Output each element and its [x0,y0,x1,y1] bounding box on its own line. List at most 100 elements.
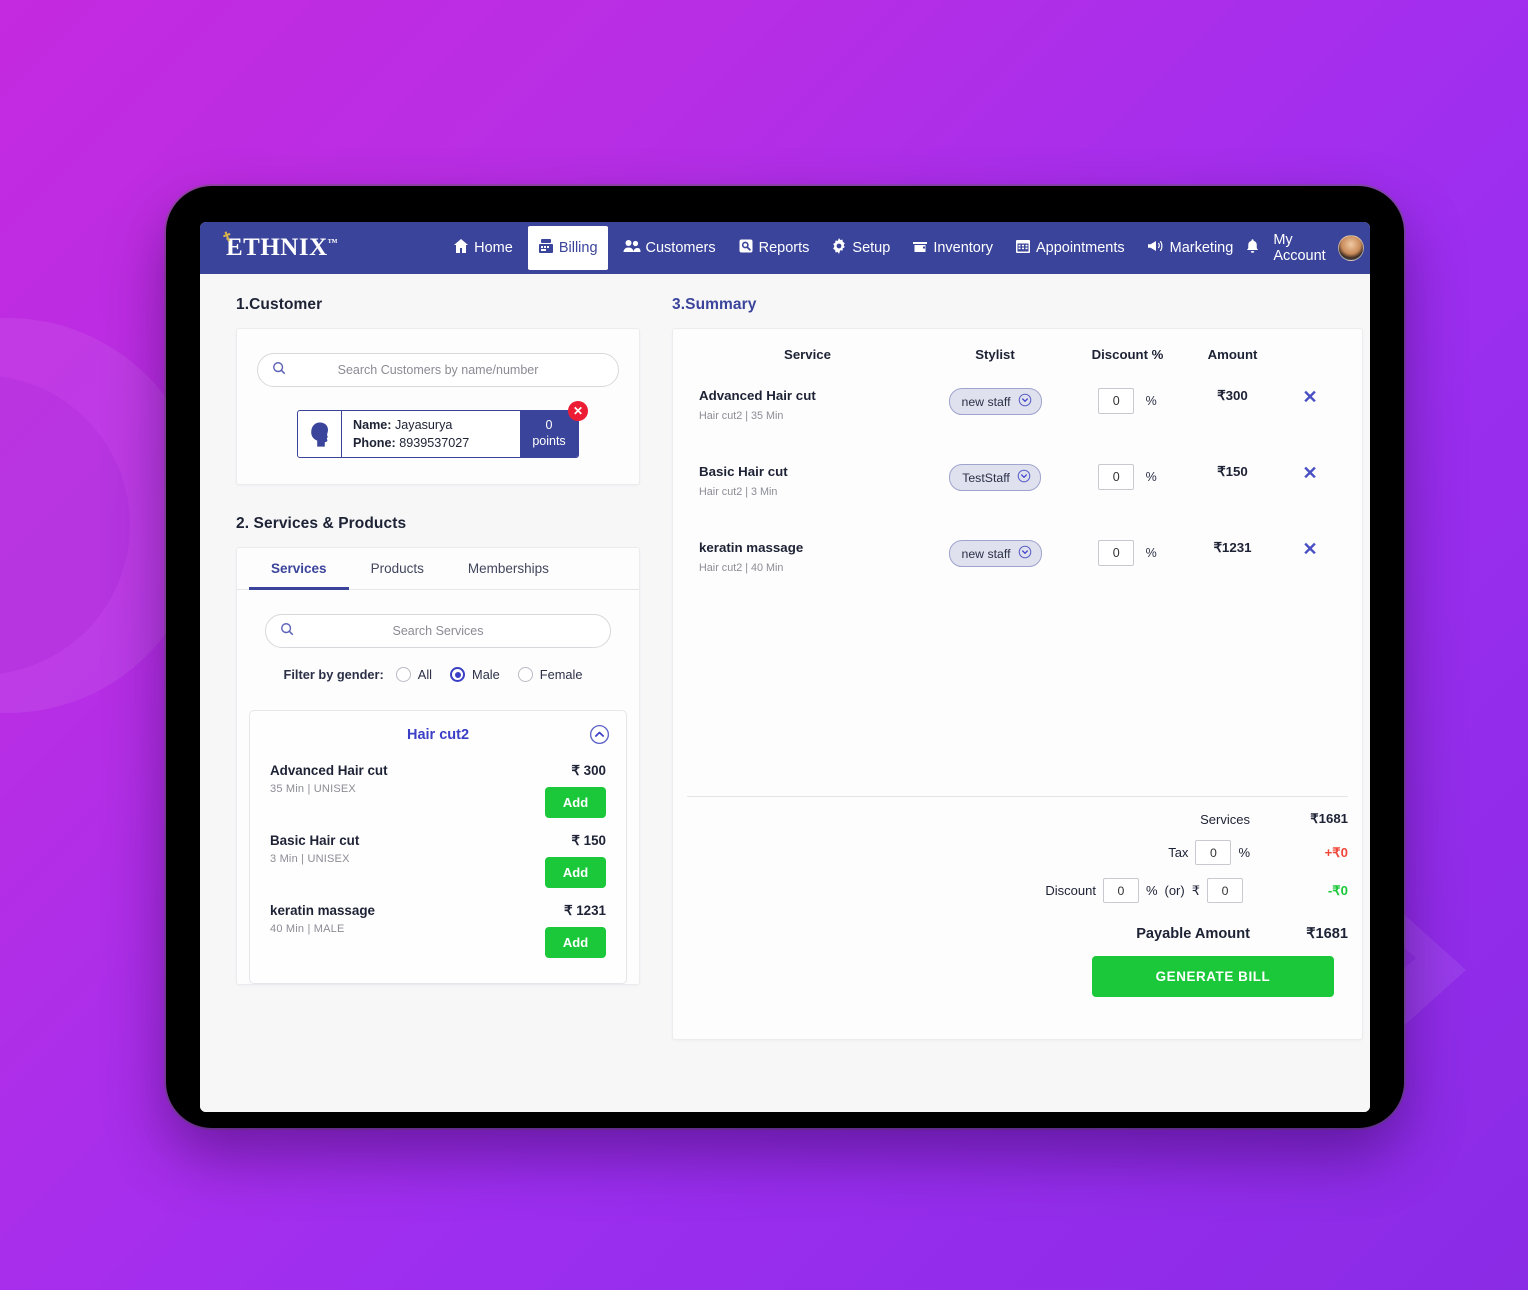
discount-percent-sign: % [1145,883,1158,898]
gender-option-male[interactable]: Male [450,667,500,682]
stylist-dropdown[interactable]: TestStaff [949,464,1041,491]
totals-discount-row: Discount % (or) ₹ -₹0 [673,878,1348,903]
summary-table-header: Service Stylist Discount % Amount [673,347,1362,362]
discount-amount-input[interactable] [1207,878,1243,903]
stylist-dropdown[interactable]: new staff [948,540,1042,567]
gear-icon [831,238,847,258]
column-header-discount: Discount % [1091,347,1164,362]
tab-products[interactable]: Products [349,548,446,590]
service-item-duration: 40 Min | MALE [270,923,345,935]
service-item-price: ₹ 300 [571,763,606,778]
tax-percent-input[interactable] [1195,840,1232,865]
brand-tm: ™ [327,237,339,249]
nav-item-marketing[interactable]: Marketing [1136,222,1245,274]
summary-amount-cell: ₹150 [1217,464,1248,479]
nav-label: Appointments [1035,240,1125,256]
add-service-button[interactable]: Add [545,787,606,818]
service-item-right: ₹ 300 Add [486,763,606,825]
left-column: 1.Customer Search Customers by name/numb… [200,274,666,1112]
column-header-service: Service [784,347,831,362]
nav-label: Home [474,240,513,256]
nav-label: Marketing [1169,240,1234,256]
chevron-up-circle-icon[interactable] [589,724,610,745]
tab-services[interactable]: Services [249,548,349,590]
service-search-wrapper[interactable]: Search Services [265,614,611,648]
gender-option-all[interactable]: All [395,667,433,682]
remove-customer-icon[interactable]: ✕ [568,401,588,421]
brand-logo: ✝ ETHNIX™ [216,228,339,262]
radio-female-icon [517,667,533,682]
selected-customer-chip[interactable]: Name: Jayasurya Phone: 8939537027 0 poin… [297,410,579,458]
search-icon [272,361,286,380]
totals-services-value: ₹1681 [1310,811,1348,826]
notification-bell-icon[interactable] [1244,238,1261,259]
app-screen: ✝ ETHNIX™ Home Billing Customers Reports … [200,222,1370,1112]
summary-delete-cell: ✕ [1280,388,1340,408]
radio-male-icon [450,667,466,682]
nav-item-billing[interactable]: Billing [527,226,608,270]
tab-memberships[interactable]: Memberships [446,548,571,590]
gender-option-female[interactable]: Female [517,667,583,682]
service-item-name: Basic Hair cut [270,833,360,848]
billing-register-icon [538,238,554,258]
totals-tax-row: Tax % +₹0 [673,840,1348,865]
tax-percent-sign: % [1238,845,1250,860]
summary-discount-cell: % [1070,540,1185,566]
remove-row-icon[interactable]: ✕ [1302,463,1317,483]
points-label: points [532,434,566,448]
summary-card: Service Stylist Discount % Amount Advanc… [672,328,1363,1040]
nav-item-customers[interactable]: Customers [612,222,727,274]
row-discount-input[interactable] [1098,540,1135,566]
nav-item-inventory[interactable]: Inventory [901,222,1004,274]
discount-percent-input[interactable] [1102,878,1139,903]
service-item-meta: keratin massage 40 Min | MALE [270,903,486,965]
gender-option-label: Female [539,667,583,682]
totals-tax-amount: +₹0 [1324,844,1348,860]
add-service-button[interactable]: Add [545,857,606,888]
selected-customer-chip-wrapper: Name: Jayasurya Phone: 8939537027 0 poin… [297,401,588,458]
background-ring-inner [0,375,130,675]
service-list-item: Advanced Hair cut 35 Min | UNISEX ₹ 300 … [250,755,626,825]
stylist-dropdown[interactable]: new staff [948,388,1042,415]
chevron-down-circle-icon [1017,469,1031,486]
summary-discount-cell: % [1070,388,1185,414]
summary-amount-cell: ₹1231 [1213,540,1252,555]
summary-stylist-cell: new staff [920,540,1070,567]
customer-phone-value: 8939537027 [399,436,470,451]
service-item-price: ₹ 1231 [563,903,606,918]
summary-delete-cell: ✕ [1280,464,1340,484]
nav-item-home[interactable]: Home [442,222,524,274]
customer-card: Search Customers by name/number Name: Ja… [236,328,640,485]
totals-services-label: Services [1200,811,1250,827]
summary-service-cell: keratin massage Hair cut2 | 40 Min [695,540,920,574]
add-service-button[interactable]: Add [545,927,606,958]
service-search-placeholder: Search Services [392,624,484,638]
summary-spacer [673,616,1362,796]
remove-row-icon[interactable]: ✕ [1302,387,1317,407]
gender-option-label: All [417,667,433,682]
nav-item-setup[interactable]: Setup [820,222,901,274]
my-account-label[interactable]: My Account [1273,232,1325,264]
customer-points-badge: 0 points [520,411,578,457]
search-icon [280,622,294,641]
reports-icon [738,238,754,258]
customer-details: Name: Jayasurya Phone: 8939537027 [342,411,520,457]
row-discount-input[interactable] [1098,464,1135,490]
discount-currency-symbol: ₹ [1191,882,1200,898]
nav-item-reports[interactable]: Reports [727,222,821,274]
user-avatar[interactable] [1337,235,1364,261]
service-item-name: Advanced Hair cut [270,763,388,778]
nav-items: Home Billing Customers Reports Setup Inv… [442,222,1244,274]
remove-row-icon[interactable]: ✕ [1302,539,1317,559]
nav-label: Reports [758,240,810,256]
row-discount-input[interactable] [1098,388,1135,414]
generate-bill-button[interactable]: GENERATE BILL [1092,956,1334,997]
nav-item-appointments[interactable]: Appointments [1004,222,1136,274]
inventory-icon [912,238,928,258]
service-item-right: ₹ 150 Add [486,833,606,895]
service-item-name: keratin massage [270,903,375,918]
service-item-meta: Advanced Hair cut 35 Min | UNISEX [270,763,486,825]
customer-search-wrapper[interactable]: Search Customers by name/number [257,353,619,387]
services-products-card: Services Products Memberships Search Ser… [236,547,640,985]
stylist-name: new staff [961,546,1011,561]
